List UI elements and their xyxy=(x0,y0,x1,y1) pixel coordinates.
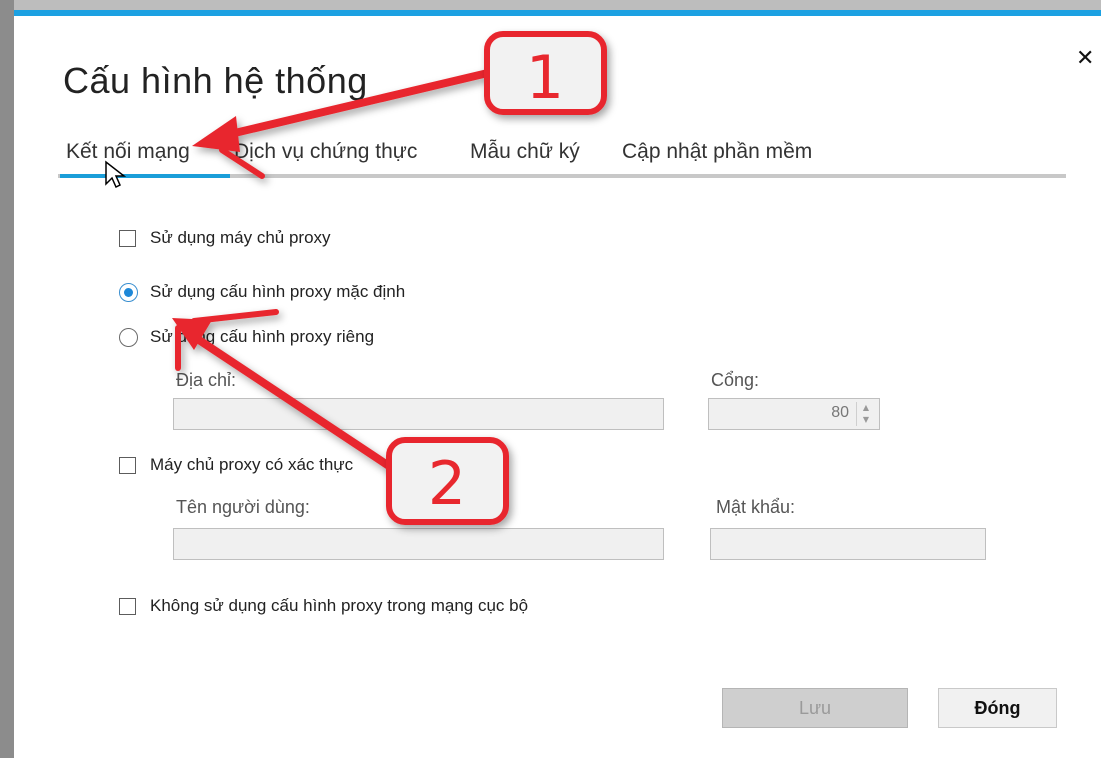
tab-software-update[interactable]: Cập nhật phần mềm xyxy=(622,140,812,164)
spin-down-icon[interactable]: ▼ xyxy=(857,414,875,426)
use-proxy-label: Sử dụng máy chủ proxy xyxy=(150,228,331,247)
custom-proxy-label: Sử dụng cấu hình proxy riêng xyxy=(150,327,375,346)
no-local-proxy-option[interactable]: Không sử dụng cấu hình proxy trong mạng … xyxy=(119,596,528,616)
no-local-proxy-checkbox[interactable] xyxy=(119,597,136,615)
auth-proxy-option[interactable]: Máy chủ proxy có xác thực xyxy=(119,455,353,475)
close-button[interactable]: Đóng xyxy=(938,688,1057,728)
use-proxy-checkbox[interactable] xyxy=(119,229,136,247)
save-button[interactable]: Lưu xyxy=(722,688,908,728)
auth-proxy-label: Máy chủ proxy có xác thực xyxy=(150,455,354,474)
close-icon[interactable]: ✕ xyxy=(1076,48,1094,70)
tab-signature-template[interactable]: Mẫu chữ ký xyxy=(470,140,580,164)
address-label: Địa chỉ: xyxy=(176,370,237,390)
no-local-proxy-label: Không sử dụng cấu hình proxy trong mạng … xyxy=(150,596,529,615)
spin-up-icon[interactable]: ▲ xyxy=(857,402,875,414)
custom-proxy-option[interactable]: Sử dụng cấu hình proxy riêng xyxy=(119,327,374,347)
dialog-title: Cấu hình hệ thống xyxy=(63,60,368,101)
tab-bar: Kết nối mạng Dịch vụ chứng thực Mẫu chữ … xyxy=(58,138,1066,182)
port-stepper[interactable]: 80 ▲ ▼ xyxy=(708,398,880,430)
default-proxy-radio[interactable] xyxy=(119,282,138,302)
default-proxy-label: Sử dụng cấu hình proxy mặc định xyxy=(150,282,406,301)
port-label: Cổng: xyxy=(711,370,760,390)
address-input[interactable] xyxy=(173,398,664,430)
username-label: Tên người dùng: xyxy=(176,497,310,517)
tab-auth-service[interactable]: Dịch vụ chứng thực xyxy=(234,140,417,164)
auth-proxy-checkbox[interactable] xyxy=(119,456,136,474)
background-window-edge xyxy=(0,0,14,758)
mouse-pointer-icon xyxy=(105,160,127,189)
use-proxy-option[interactable]: Sử dụng máy chủ proxy xyxy=(119,228,331,248)
port-value: 80 xyxy=(831,404,849,421)
port-spin-arrows[interactable]: ▲ ▼ xyxy=(856,402,875,426)
default-proxy-option[interactable]: Sử dụng cấu hình proxy mặc định xyxy=(119,282,405,302)
password-input[interactable] xyxy=(710,528,986,560)
custom-proxy-radio[interactable] xyxy=(119,327,138,347)
password-label: Mật khẩu: xyxy=(716,497,796,517)
username-input[interactable] xyxy=(173,528,664,560)
